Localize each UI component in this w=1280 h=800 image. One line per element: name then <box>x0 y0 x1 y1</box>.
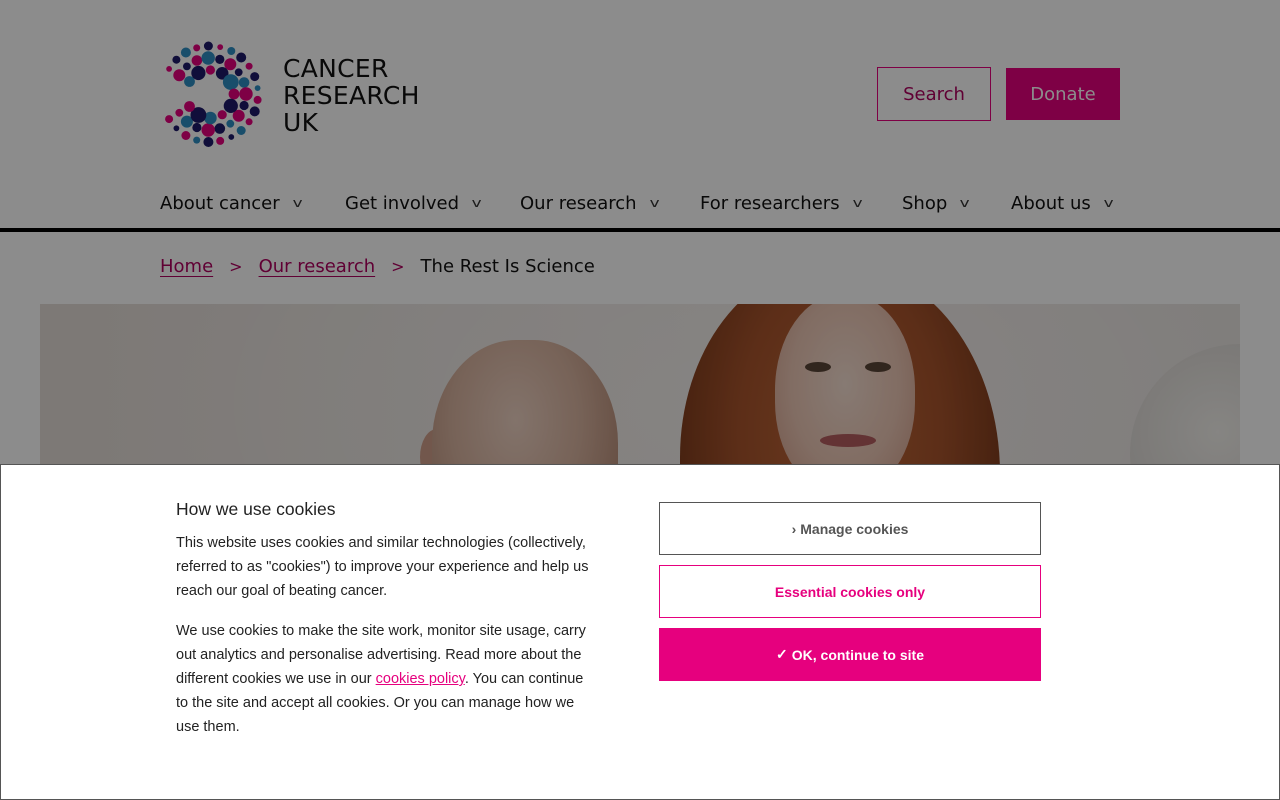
cookies-policy-link[interactable]: cookies policy <box>376 671 465 687</box>
cookie-intro-text: This website uses cookies and similar te… <box>176 535 589 599</box>
accept-cookies-button[interactable]: ✓ OK, continue to site <box>659 628 1041 681</box>
essential-cookies-button[interactable]: Essential cookies only <box>659 565 1041 618</box>
chevron-right-icon: › <box>791 520 797 537</box>
cookie-banner: How we use cookies This website uses coo… <box>0 464 1280 800</box>
cookie-details-text: We use cookies to make the site work, mo… <box>176 623 586 735</box>
manage-cookies-button[interactable]: › Manage cookies <box>659 502 1041 555</box>
cookie-banner-title: How we use cookies <box>176 499 336 519</box>
checkmark-icon: ✓ <box>776 646 788 662</box>
